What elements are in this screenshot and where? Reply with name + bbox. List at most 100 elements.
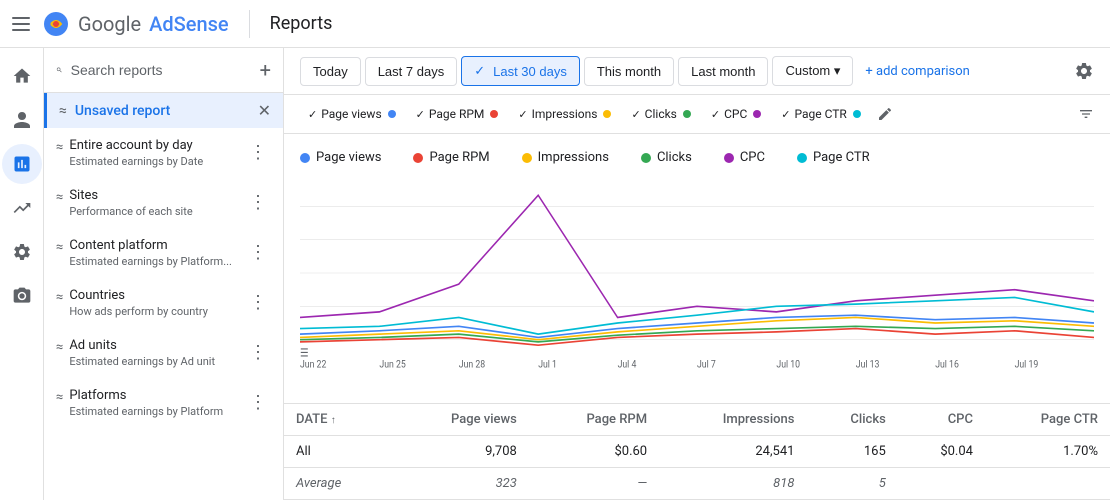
nav-trending-icon[interactable] xyxy=(2,188,42,228)
legend-page-ctr: Page CTR xyxy=(797,150,870,165)
unsaved-report-label: Unsaved report xyxy=(75,103,250,119)
legend-impressions: Impressions xyxy=(522,150,609,165)
sidebar-item-1[interactable]: ≈ Sites Performance of each site ⋮ xyxy=(44,178,283,228)
cell-pagerpm-0: $0.60 xyxy=(529,436,659,468)
left-nav xyxy=(0,48,44,500)
svg-text:Jul 1: Jul 1 xyxy=(538,359,557,371)
wavy-icon-1: ≈ xyxy=(56,190,63,205)
sidebar-item-title-4: Ad units xyxy=(69,338,245,353)
sidebar-item-content-0: Entire account by day Estimated earnings… xyxy=(69,138,245,168)
more-icon-3[interactable]: ⋮ xyxy=(245,288,271,317)
legend-page-views: Page views xyxy=(300,150,381,165)
col-page-ctr[interactable]: Page CTR xyxy=(985,404,1110,436)
filter-thismonth-btn[interactable]: This month xyxy=(584,57,674,86)
table-row: All 9,708 $0.60 24,541 165 $0.04 1.70% xyxy=(284,436,1110,468)
cell-pagectr-0: 1.70% xyxy=(985,436,1110,468)
cell-clicks-0: 165 xyxy=(806,436,897,468)
col-clicks[interactable]: Clicks xyxy=(806,404,897,436)
sidebar-item-4[interactable]: ≈ Ad units Estimated earnings by Ad unit… xyxy=(44,328,283,378)
nav-camera-icon[interactable] xyxy=(2,276,42,316)
filter-custom-btn[interactable]: Custom ▾ xyxy=(772,56,853,86)
more-icon-4[interactable]: ⋮ xyxy=(245,338,271,367)
more-icon-1[interactable]: ⋮ xyxy=(245,188,271,217)
header-divider xyxy=(249,10,250,38)
cell-date-1: Average xyxy=(284,468,391,500)
edit-metrics-icon[interactable] xyxy=(877,106,893,122)
add-report-icon[interactable]: + xyxy=(260,58,271,82)
sidebar-item-content-4: Ad units Estimated earnings by Ad unit xyxy=(69,338,245,368)
filter-icon[interactable] xyxy=(1078,106,1094,122)
svg-text:Jul 10: Jul 10 xyxy=(776,359,800,371)
filter-last7-btn[interactable]: Last 7 days xyxy=(365,57,458,86)
add-comparison-btn[interactable]: + add comparison xyxy=(865,64,969,79)
chip-page-rpm[interactable]: Page RPM xyxy=(408,103,507,125)
cell-pageviews-1: 323 xyxy=(391,468,529,500)
line-chart: Jun 22 Jun 25 Jun 28 Jul 1 Jul 4 Jul 7 J… xyxy=(300,173,1094,373)
sidebar-item-2[interactable]: ≈ Content platform Estimated earnings by… xyxy=(44,228,283,278)
table-row: Average 323 — 818 5 xyxy=(284,468,1110,500)
menu-icon[interactable] xyxy=(12,17,30,31)
nav-chart-icon[interactable] xyxy=(2,144,42,184)
sidebar: + ≈ Unsaved report ✕ ≈ Entire account by… xyxy=(44,48,284,500)
sidebar-item-title-1: Sites xyxy=(69,188,245,203)
data-table: DATE ↑ Page views Page RPM Impressions C… xyxy=(284,404,1110,500)
col-date[interactable]: DATE ↑ xyxy=(284,404,391,436)
sidebar-item-content-5: Platforms Estimated earnings by Platform xyxy=(69,388,245,418)
search-input[interactable] xyxy=(71,62,252,78)
svg-text:Jul 4: Jul 4 xyxy=(618,359,637,371)
main-layout: + ≈ Unsaved report ✕ ≈ Entire account by… xyxy=(0,48,1110,500)
cell-cpc-1 xyxy=(898,468,985,500)
nav-settings-icon[interactable] xyxy=(2,232,42,272)
svg-text:☰: ☰ xyxy=(300,346,309,360)
wavy-icon-2: ≈ xyxy=(56,240,63,255)
chip-impressions[interactable]: Impressions xyxy=(510,103,619,125)
sidebar-item-subtitle-2: Estimated earnings by Platform... xyxy=(69,255,245,268)
main-content: Today Last 7 days Last 30 days This mont… xyxy=(284,48,1110,500)
sidebar-item-subtitle-3: How ads perform by country xyxy=(69,305,245,318)
cell-date-0: All xyxy=(284,436,391,468)
chart-area: Page views Page RPM Impressions Clicks C… xyxy=(284,134,1110,403)
sidebar-item-0[interactable]: ≈ Entire account by day Estimated earnin… xyxy=(44,128,283,178)
cell-cpc-0: $0.04 xyxy=(898,436,985,468)
legend-clicks: Clicks xyxy=(641,150,692,165)
more-icon-0[interactable]: ⋮ xyxy=(245,138,271,167)
sidebar-item-5[interactable]: ≈ Platforms Estimated earnings by Platfo… xyxy=(44,378,283,428)
logo-area: Google AdSense xyxy=(42,10,229,38)
sidebar-item-title-2: Content platform xyxy=(69,238,245,253)
filter-lastmonth-btn[interactable]: Last month xyxy=(678,57,768,86)
filter-last30-btn[interactable]: Last 30 days xyxy=(461,56,580,86)
svg-text:Jun 22: Jun 22 xyxy=(300,359,326,371)
search-icon xyxy=(56,62,63,78)
col-page-views[interactable]: Page views xyxy=(391,404,529,436)
svg-text:Jun 25: Jun 25 xyxy=(379,359,405,371)
cell-impressions-0: 24,541 xyxy=(659,436,806,468)
sidebar-item-3[interactable]: ≈ Countries How ads perform by country ⋮ xyxy=(44,278,283,328)
chip-cpc[interactable]: CPC xyxy=(703,103,769,125)
top-header: Google AdSense Reports xyxy=(0,0,1110,48)
svg-text:Jul 13: Jul 13 xyxy=(856,359,880,371)
logo-product: AdSense xyxy=(149,12,229,36)
col-page-rpm[interactable]: Page RPM xyxy=(529,404,659,436)
chip-page-views[interactable]: Page views xyxy=(300,103,404,125)
unsaved-report-row[interactable]: ≈ Unsaved report ✕ xyxy=(44,93,283,128)
adsense-logo-icon xyxy=(42,10,70,38)
more-icon-2[interactable]: ⋮ xyxy=(245,238,271,267)
close-unsaved-icon[interactable]: ✕ xyxy=(258,101,271,120)
sidebar-search-bar[interactable]: + xyxy=(44,48,283,93)
svg-text:Jun 28: Jun 28 xyxy=(459,359,485,371)
nav-home-icon[interactable] xyxy=(2,56,42,96)
col-impressions[interactable]: Impressions xyxy=(659,404,806,436)
chip-page-ctr[interactable]: Page CTR xyxy=(773,103,869,125)
sidebar-item-title-0: Entire account by day xyxy=(69,138,245,153)
col-cpc[interactable]: CPC xyxy=(898,404,985,436)
wavy-icon-5: ≈ xyxy=(56,390,63,405)
more-icon-5[interactable]: ⋮ xyxy=(245,388,271,417)
sidebar-item-content-1: Sites Performance of each site xyxy=(69,188,245,218)
sidebar-item-subtitle-0: Estimated earnings by Date xyxy=(69,155,245,168)
filter-today-btn[interactable]: Today xyxy=(300,57,361,86)
sidebar-item-subtitle-1: Performance of each site xyxy=(69,205,245,218)
chip-clicks[interactable]: Clicks xyxy=(623,103,698,125)
nav-person-icon[interactable] xyxy=(2,100,42,140)
report-settings-icon[interactable] xyxy=(1074,61,1094,81)
cell-pagectr-1 xyxy=(985,468,1110,500)
